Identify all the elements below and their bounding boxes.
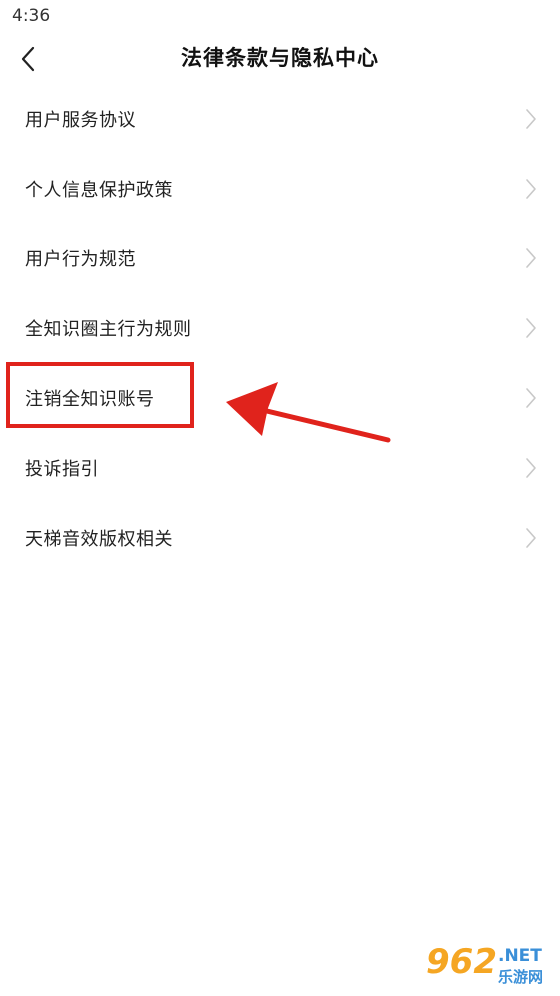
chevron-right-icon (526, 388, 536, 408)
menu-item-label: 个人信息保护政策 (25, 179, 173, 201)
menu-item-label: 用户行为规范 (25, 249, 136, 271)
menu-item-label: 全知识圈主行为规则 (25, 319, 192, 341)
watermark-number: 962 (426, 942, 497, 982)
menu-item-label: 天梯音效版权相关 (25, 528, 173, 550)
chevron-right-icon (526, 109, 536, 129)
menu-item-sound-copyright[interactable]: 天梯音效版权相关 (0, 503, 560, 573)
status-time: 4:36 (12, 6, 51, 26)
menu-list: 用户服务协议 个人信息保护政策 用户行为规范 全知识圈主行为规则 注销全知识账号… (0, 84, 560, 573)
chevron-right-icon (526, 248, 536, 269)
chevron-right-icon (526, 458, 536, 478)
chevron-right-icon (526, 527, 536, 548)
chevron-right-icon (526, 178, 536, 199)
menu-item-label: 投诉指引 (25, 458, 99, 480)
annotation-arrow-icon (226, 382, 391, 443)
watermark-site: 乐游网 (498, 968, 544, 986)
menu-item-circle-owner-rules[interactable]: 全知识圈主行为规则 (0, 293, 560, 363)
menu-item-user-service-agreement[interactable]: 用户服务协议 (0, 84, 560, 154)
highlight-annotation-box (6, 362, 194, 428)
nav-bar: 法律条款与隐私中心 (0, 34, 560, 84)
chevron-right-icon (526, 318, 536, 339)
watermark-logo: 962 .NET 乐游网 (426, 942, 556, 992)
menu-item-privacy-policy[interactable]: 个人信息保护政策 (0, 154, 560, 224)
watermark-net: .NET (498, 946, 542, 966)
status-bar: 4:36 (0, 0, 560, 34)
menu-item-user-conduct[interactable]: 用户行为规范 (0, 224, 560, 294)
page-title: 法律条款与隐私中心 (181, 46, 379, 70)
menu-item-label: 用户服务协议 (25, 109, 136, 131)
